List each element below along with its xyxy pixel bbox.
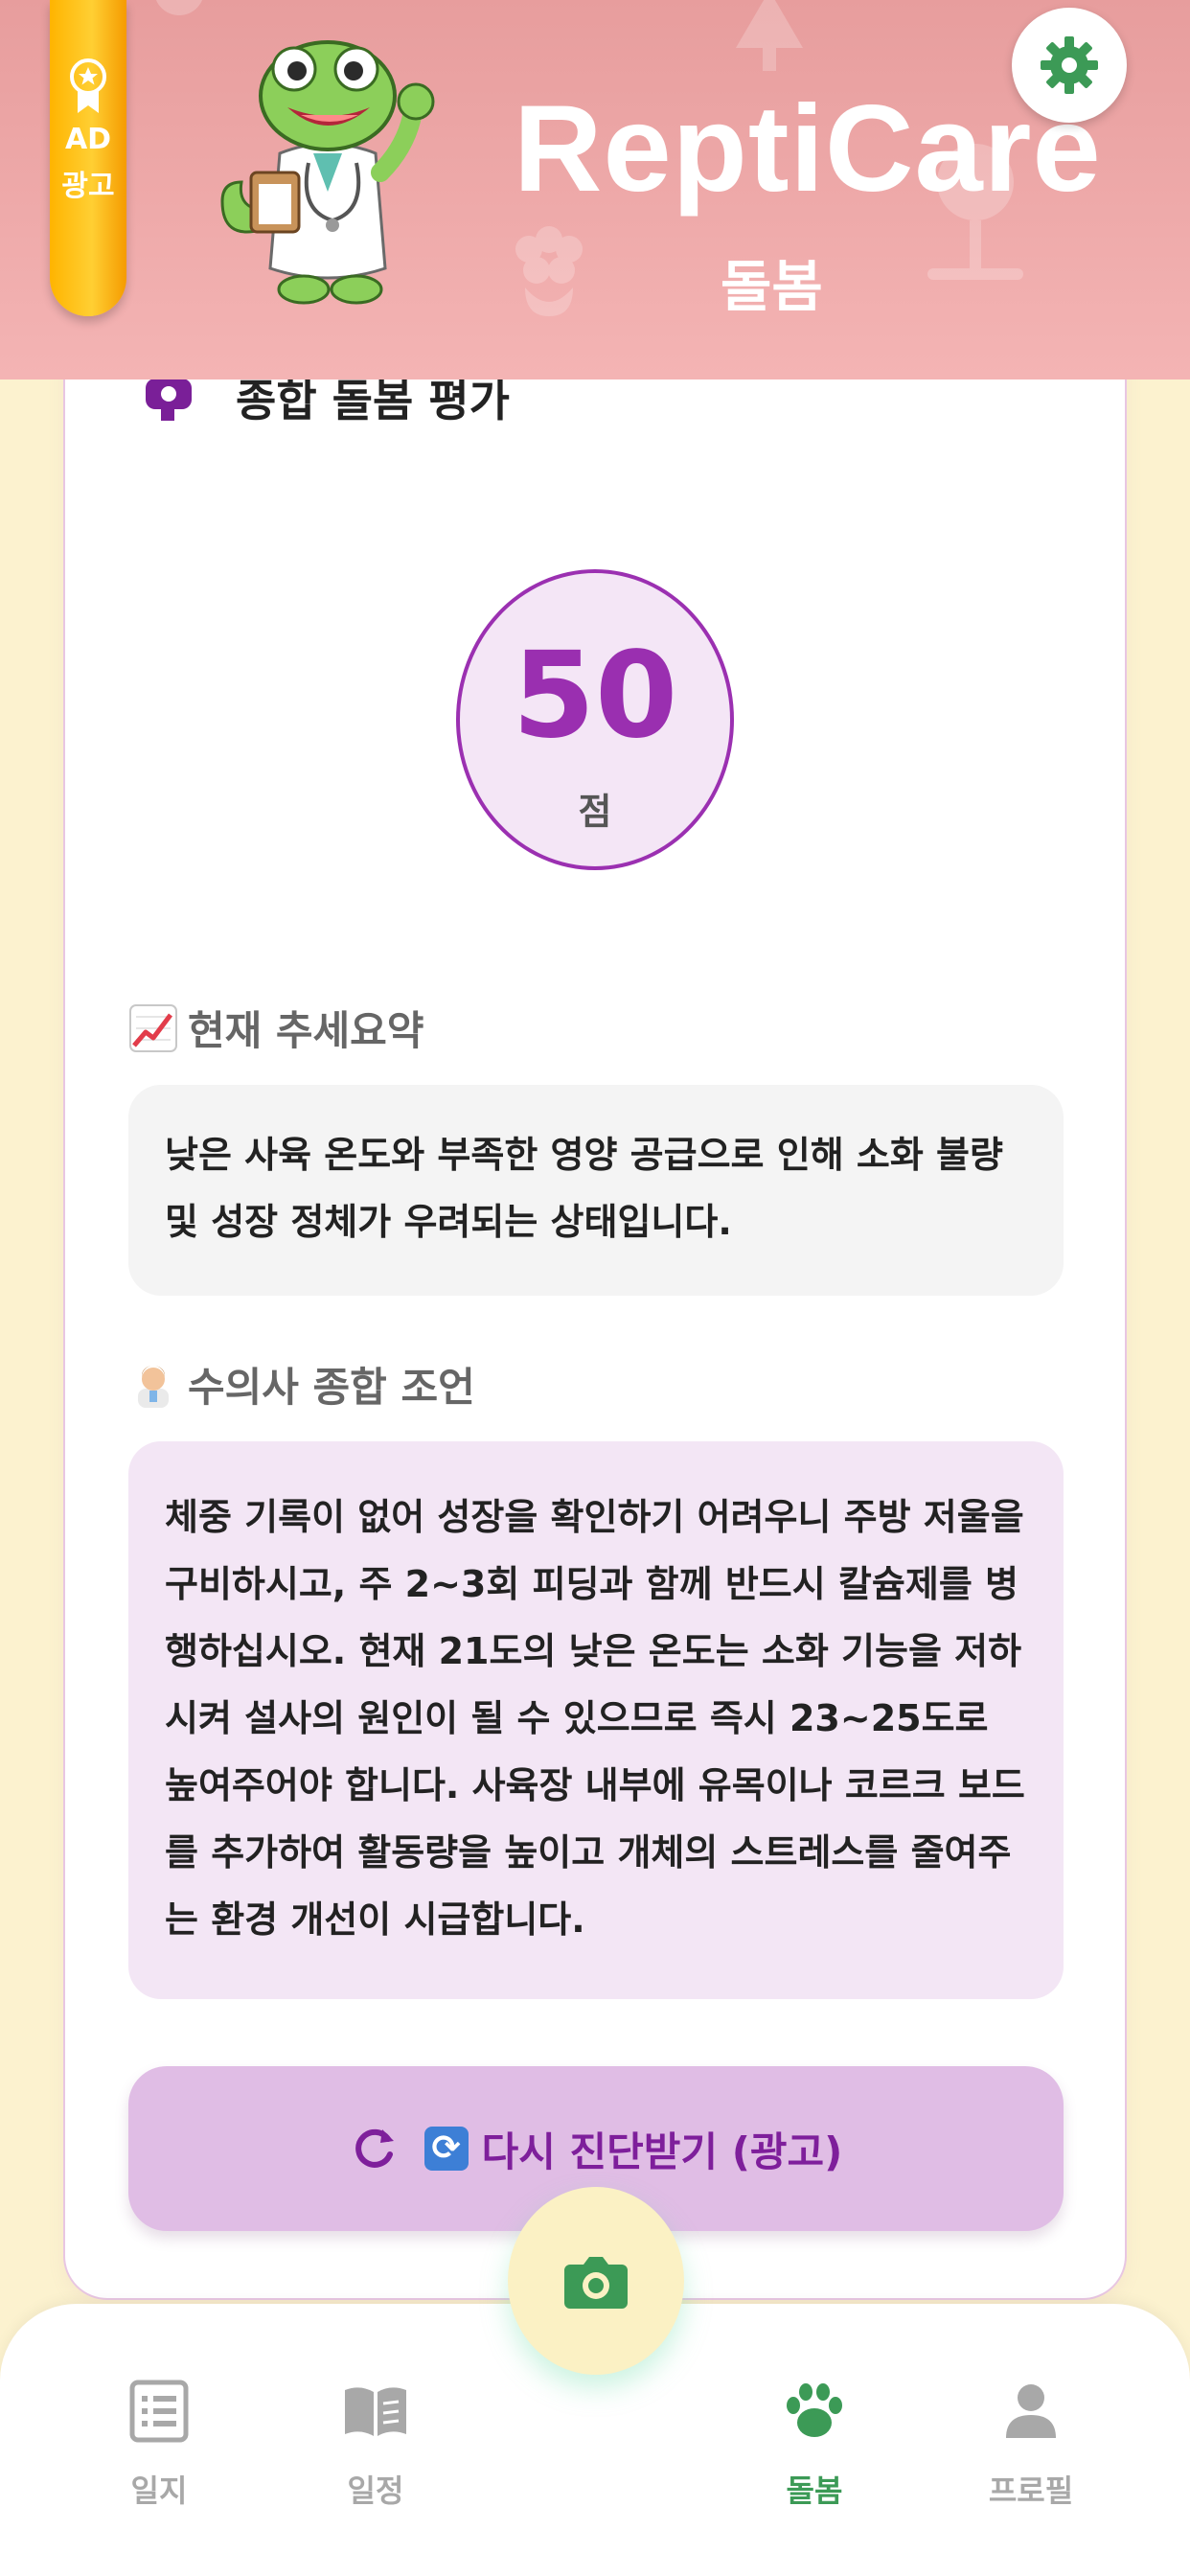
nav-item-profile[interactable]: 프로필	[954, 2377, 1108, 2511]
score-value: 50	[512, 627, 678, 765]
camera-icon	[564, 2257, 628, 2309]
book-icon	[345, 2387, 406, 2436]
ad-badge-label-ko: 광고	[61, 170, 115, 203]
nav-item-journal[interactable]: 일지	[82, 2377, 236, 2511]
settings-button[interactable]	[1012, 8, 1127, 123]
doctor-icon	[138, 1365, 169, 1408]
nav-label-journal: 일지	[130, 2472, 188, 2509]
app-subtitle: 돌봄	[721, 254, 823, 319]
retry-button-label: 다시 진단받기 (광고)	[481, 2128, 843, 2175]
score-circle: 50 점	[456, 569, 734, 870]
camera-button[interactable]	[508, 2187, 684, 2375]
app-header: AD 광고 ReptiCare 돌봄	[0, 0, 1190, 380]
gecko-doctor-mascot	[220, 40, 435, 305]
list-icon	[129, 2380, 189, 2443]
person-icon	[1006, 2384, 1056, 2438]
trend-heading-text: 현재 추세요약	[188, 1007, 424, 1054]
gear-icon	[1041, 36, 1098, 94]
nav-item-care[interactable]: 돌봄	[738, 2377, 891, 2511]
trend-summary-text: 낮은 사육 온도와 부족한 영양 공급으로 인해 소화 불량 및 성장 정체가 …	[165, 1134, 1003, 1243]
paw-icon	[787, 2383, 842, 2437]
care-evaluation-card: 종합 돌봄 평가 50 점 현재 추세요약 낮은 사육 온도와 부족한 영양 공…	[63, 326, 1127, 2300]
nav-label-schedule: 일정	[347, 2472, 404, 2509]
ad-badge-button[interactable]: AD 광고	[50, 0, 126, 316]
trend-summary-box: 낮은 사육 온도와 부족한 영양 공급으로 인해 소화 불량 및 성장 정체가 …	[128, 1085, 1064, 1296]
trend-heading: 현재 추세요약	[128, 999, 423, 1057]
app-title: ReptiCare	[514, 80, 1102, 218]
counterclockwise-arrows-icon: ⟳	[423, 2127, 469, 2171]
advice-heading: 수의사 종합 조언	[128, 1355, 475, 1414]
score-unit: 점	[578, 791, 612, 833]
advice-heading-text: 수의사 종합 조언	[188, 1364, 475, 1411]
nav-label-profile: 프로필	[988, 2472, 1074, 2509]
vet-advice-box: 체중 기록이 없어 성장을 확인하기 어려우니 주방 저울을 구비하시고, 주 …	[128, 1441, 1064, 1999]
award-ribbon-icon	[70, 58, 106, 113]
vet-advice-text: 체중 기록이 없어 성장을 확인하기 어려우니 주방 저울을 구비하시고, 주 …	[165, 1496, 1025, 1941]
nav-item-schedule[interactable]: 일정	[299, 2377, 452, 2511]
decor-flower-icon	[515, 226, 583, 316]
chart-increasing-icon	[129, 1003, 177, 1052]
refresh-icon	[355, 2128, 394, 2168]
decor-paw-icon	[156, 0, 202, 15]
decor-tree-icon	[736, 0, 803, 71]
nav-label-care: 돌봄	[786, 2472, 843, 2509]
ad-badge-label: AD	[64, 123, 112, 156]
